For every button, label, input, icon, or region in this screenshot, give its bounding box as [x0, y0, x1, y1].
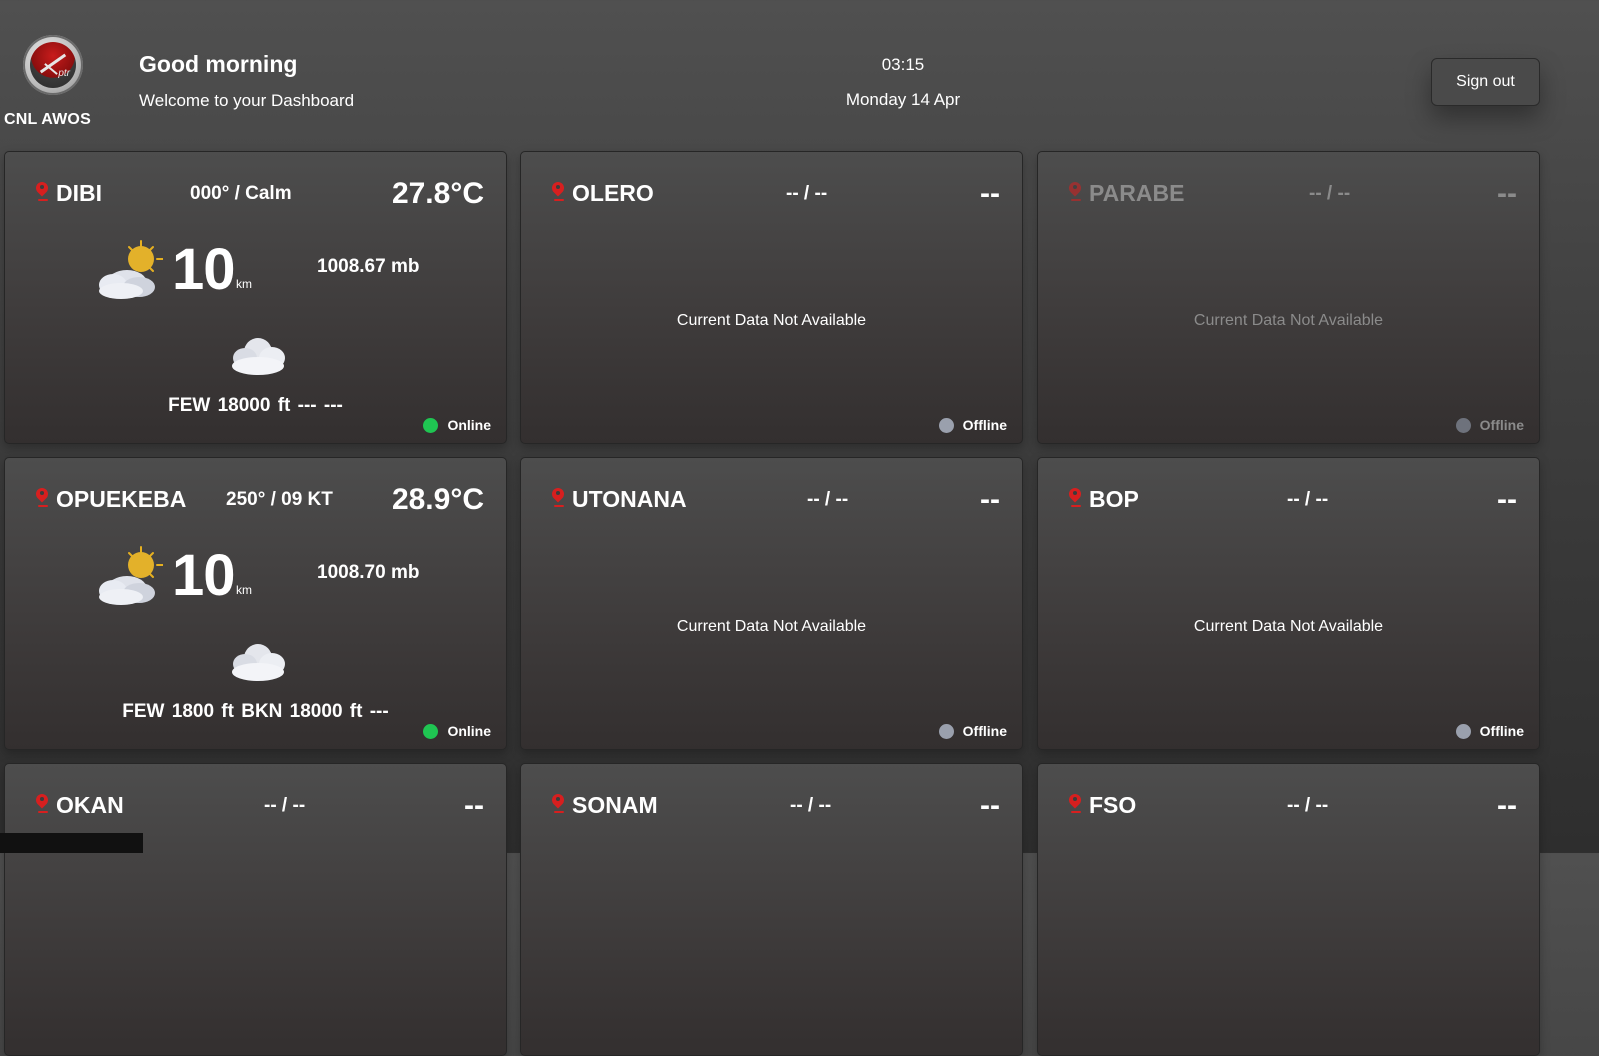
wind-reading: 000° / Calm	[190, 183, 292, 204]
wind-reading: 250° / 09 KT	[226, 489, 333, 510]
company-logo: ptr	[23, 35, 83, 95]
station-name: SONAM	[572, 792, 658, 818]
temperature: --	[980, 177, 1000, 210]
sign-out-button[interactable]: Sign out	[1431, 58, 1540, 106]
temperature: --	[1497, 789, 1517, 822]
location-pin-icon	[36, 488, 48, 504]
status-label: Offline	[1479, 417, 1524, 433]
station-name: OLERO	[572, 180, 654, 206]
location-pin-icon	[552, 794, 564, 810]
temperature: 27.8°C	[391, 177, 484, 210]
station-name: PARABE	[1089, 180, 1185, 206]
location-pin-icon	[36, 794, 48, 810]
temperature: --	[980, 483, 1000, 516]
visibility-unit: km	[236, 583, 252, 597]
station-card-opuekeba[interactable]: OPUEKEBA 250° / 09 KT 28.9°C 10 km 1008.…	[4, 457, 507, 750]
pressure-reading: 1008.70 mb	[317, 562, 420, 583]
wind-reading: -- / --	[807, 489, 849, 510]
temperature: --	[464, 789, 484, 822]
status-label: Online	[447, 417, 491, 433]
online-dot-icon	[423, 417, 439, 433]
partly-cloudy-icon	[99, 240, 163, 299]
brand-name: CNL AWOS	[4, 111, 91, 128]
offline-dot-icon	[938, 723, 954, 739]
taskbar-fragment	[0, 833, 143, 853]
wind-reading: -- / --	[1287, 795, 1329, 816]
location-pin-icon	[552, 488, 564, 504]
station-card-sonam[interactable]: SONAM -- / -- --	[520, 763, 1023, 1056]
clock-date: Monday 14 Apr	[845, 90, 961, 109]
visibility-value: 10	[172, 543, 236, 608]
temperature: --	[1497, 483, 1517, 516]
offline-dot-icon	[1455, 417, 1471, 433]
station-card-olero[interactable]: OLERO -- / -- -- Current Data Not Availa…	[520, 151, 1023, 444]
station-name: BOP	[1089, 486, 1139, 512]
status-indicator: Offline	[938, 723, 1007, 739]
station-name: DIBI	[56, 180, 102, 206]
wind-reading: -- / --	[790, 795, 832, 816]
status-label: Online	[447, 723, 491, 739]
status-indicator: Offline	[938, 417, 1007, 433]
offline-dot-icon	[938, 417, 954, 433]
status-indicator: Offline	[1455, 723, 1524, 739]
station-card-parabe[interactable]: PARABE -- / -- -- Current Data Not Avail…	[1037, 151, 1540, 444]
station-card-bop[interactable]: BOP -- / -- -- Current Data Not Availabl…	[1037, 457, 1540, 750]
location-pin-icon	[36, 182, 48, 198]
station-card-utonana[interactable]: UTONANA -- / -- -- Current Data Not Avai…	[520, 457, 1023, 750]
no-data-message: Current Data Not Available	[1193, 312, 1384, 329]
wind-reading: -- / --	[264, 795, 306, 816]
visibility-value: 10	[172, 237, 236, 302]
station-card-fso[interactable]: FSO -- / -- --	[1037, 763, 1540, 1056]
station-name: OPUEKEBA	[56, 486, 187, 512]
clock-time: 03:15	[881, 55, 925, 74]
cloud-icon	[232, 338, 285, 375]
cloud-layers: FEW 1800 ft BKN 18000 ft ---	[122, 701, 389, 722]
station-name: UTONANA	[572, 486, 687, 512]
temperature: --	[980, 789, 1000, 822]
station-name: FSO	[1089, 792, 1137, 818]
wind-reading: -- / --	[786, 183, 828, 204]
status-label: Offline	[962, 417, 1007, 433]
welcome-text: Welcome to your Dashboard	[139, 91, 355, 110]
partly-cloudy-icon	[99, 546, 163, 605]
pressure-reading: 1008.67 mb	[317, 256, 420, 277]
status-indicator: Online	[423, 723, 491, 739]
station-name: OKAN	[56, 792, 124, 818]
status-indicator: Offline	[1455, 417, 1524, 433]
wind-reading: -- / --	[1309, 183, 1351, 204]
location-pin-icon	[1069, 182, 1081, 198]
station-card-dibi[interactable]: DIBI 000° / Calm 27.8°C 10 km 1008.67 mb…	[4, 151, 507, 444]
status-label: Offline	[1479, 723, 1524, 739]
cloud-layers: FEW 18000 ft --- ---	[168, 395, 343, 416]
temperature: --	[1497, 177, 1517, 210]
status-indicator: Online	[423, 417, 491, 433]
status-label: Offline	[962, 723, 1007, 739]
location-pin-icon	[1069, 488, 1081, 504]
location-pin-icon	[552, 182, 564, 198]
location-pin-icon	[1069, 794, 1081, 810]
offline-dot-icon	[1455, 723, 1471, 739]
no-data-message: Current Data Not Available	[676, 312, 867, 329]
online-dot-icon	[423, 723, 439, 739]
station-card-okan[interactable]: OKAN -- / -- --	[4, 763, 507, 1056]
logo-text: ptr	[58, 68, 70, 79]
no-data-message: Current Data Not Available	[676, 618, 867, 635]
cloud-icon	[232, 644, 285, 681]
temperature: 28.9°C	[391, 483, 484, 516]
wind-reading: -- / --	[1287, 489, 1329, 510]
no-data-message: Current Data Not Available	[1193, 618, 1384, 635]
greeting: Good morning	[139, 51, 298, 77]
dashboard-header: ptr CNL AWOS Good morning Welcome to you…	[0, 0, 1599, 150]
visibility-unit: km	[236, 277, 252, 291]
